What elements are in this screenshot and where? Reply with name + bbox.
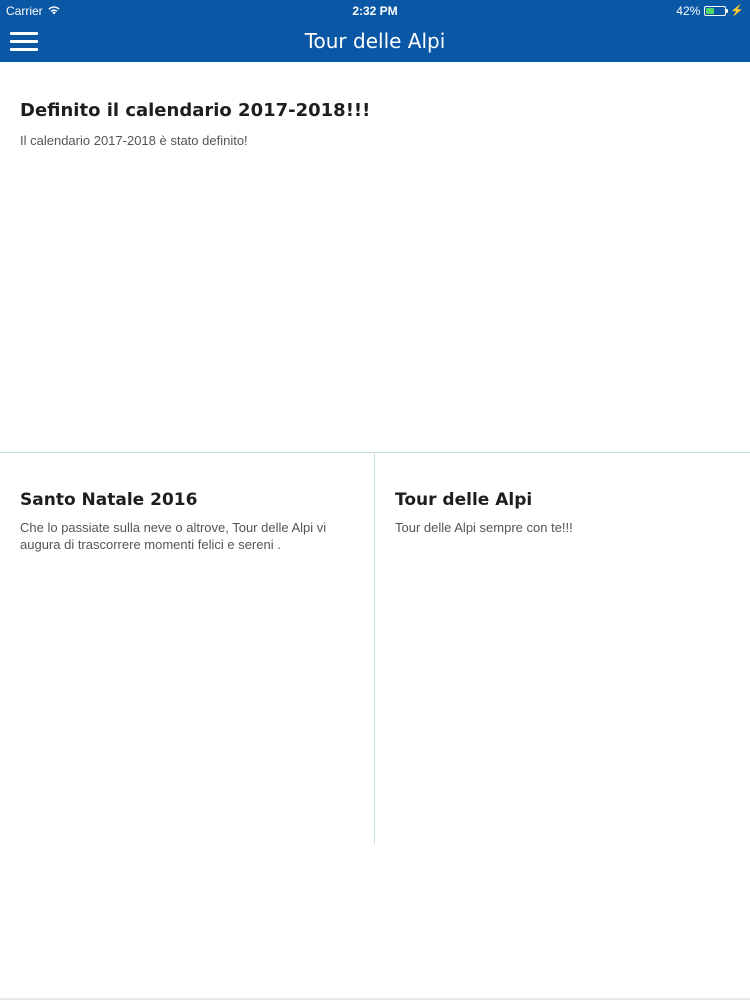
charging-bolt-icon: ⚡ [730, 5, 744, 17]
news-title: Santo Natale 2016 [20, 490, 198, 510]
news-title: Tour delle Alpi [395, 490, 533, 510]
battery-tip [726, 9, 729, 13]
app-header: Carrier 2:32 PM 42% ⚡ Tour delle Alpi [0, 0, 750, 62]
battery-fill [706, 8, 715, 14]
status-bar: Carrier 2:32 PM 42% ⚡ [0, 0, 750, 22]
news-title: Definito il calendario 2017-2018!!! [20, 100, 371, 121]
status-right: 42% ⚡ [676, 4, 744, 18]
news-body: Che lo passiate sulla neve o altrove, To… [20, 520, 327, 552]
battery-icon [704, 6, 729, 16]
app-title: Tour delle Alpi [304, 29, 446, 53]
battery-percent: 42% [676, 4, 701, 18]
news-body: Tour delle Alpi sempre con te!!! [395, 520, 573, 535]
status-time: 2:32 PM [352, 4, 398, 18]
news-card-calendar[interactable]: Definito il calendario 2017-2018!!! Il c… [0, 62, 750, 453]
news-card-christmas[interactable]: Santo Natale 2016 Che lo passiate sulla … [0, 453, 375, 844]
news-body: Il calendario 2017-2018 è stato definito… [20, 133, 248, 148]
news-card-tour[interactable]: Tour delle Alpi Tour delle Alpi sempre c… [375, 453, 750, 844]
